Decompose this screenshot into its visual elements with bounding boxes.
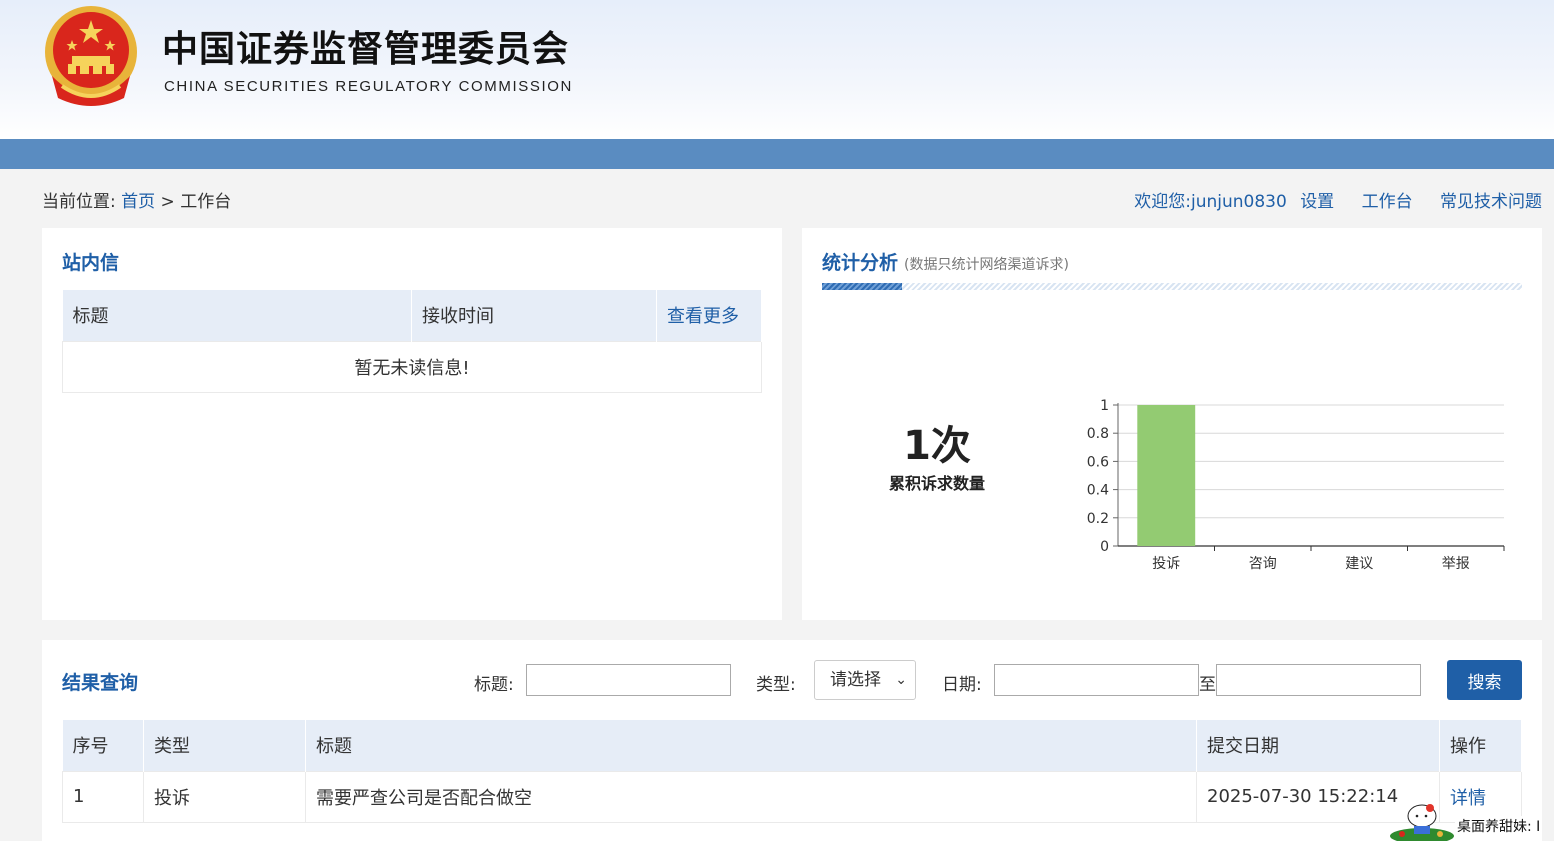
- col-actions: 操作: [1439, 720, 1522, 771]
- query-panel: 结果查询 标题: 类型: 请选择 ⌄ 日期: 至 搜索 序号 类型 标题 提交日…: [42, 640, 1542, 841]
- breadcrumb-current: 工作台: [180, 192, 232, 212]
- stats-title-text: 统计分析: [822, 252, 899, 274]
- stats-subtitle: (数据只统计网络渠道诉求): [904, 257, 1069, 273]
- row-type: 投诉: [143, 770, 306, 823]
- chart-y-tick-label: 0: [1100, 539, 1109, 555]
- faq-link[interactable]: 常见技术问题: [1440, 192, 1542, 212]
- date-filter-label: 日期:: [942, 675, 982, 695]
- col-type: 类型: [143, 720, 306, 771]
- stats-divider-accent: [822, 283, 902, 290]
- col-submit-date: 提交日期: [1196, 720, 1440, 771]
- title-filter-label: 标题:: [474, 675, 514, 695]
- site-title-en: CHINA SECURITIES REGULATORY COMMISSION: [164, 78, 573, 95]
- settings-link[interactable]: 设置: [1300, 192, 1334, 212]
- type-filter-select[interactable]: 请选择 ⌄: [814, 660, 916, 700]
- site-title-cn: 中国证券监督管理委员会: [162, 29, 570, 70]
- chart-y-tick-label: 0.6: [1087, 454, 1109, 470]
- nav-bar: [0, 139, 1554, 169]
- chart-y-tick-label: 0.2: [1087, 511, 1109, 527]
- row-index: 1: [62, 770, 144, 823]
- messages-panel: 站内信 标题 接收时间 查看更多 暂无未读信息!: [42, 228, 782, 620]
- chart-x-tick-label: 投诉: [1152, 556, 1180, 572]
- desktop-pet-label: 桌面养甜妹: I: [1455, 816, 1543, 836]
- messages-table: 标题 接收时间 查看更多 暂无未读信息!: [62, 290, 762, 393]
- search-button[interactable]: 搜索: [1447, 660, 1522, 700]
- empty-message: 暂无未读信息!: [62, 340, 762, 393]
- date-to-label: 至: [1199, 675, 1216, 695]
- appeal-bar-chart: 0 0.2 0.4 0.6 0.8 1 投诉 咨询 建议 举报: [1087, 398, 1505, 572]
- col-index: 序号: [62, 720, 144, 771]
- chart-y-tick-label: 0.8: [1087, 426, 1109, 442]
- date-from-input[interactable]: [994, 664, 1199, 696]
- stats-title: 统计分析 (数据只统计网络渠道诉求): [822, 248, 1069, 275]
- messages-title: 站内信: [62, 252, 120, 274]
- username-link[interactable]: junjun0830: [1191, 192, 1287, 212]
- breadcrumb: 当前位置: 首页 > 工作台: [42, 187, 231, 212]
- chart-y-tick-label: 1: [1100, 398, 1109, 414]
- chart-x-tick-label: 建议: [1345, 556, 1373, 572]
- chart-x-tick-label: 举报: [1442, 556, 1470, 572]
- site-header: 中国证券监督管理委员会 CHINA SECURITIES REGULATORY …: [0, 0, 1554, 139]
- col-receive-time: 接收时间: [411, 290, 657, 341]
- chart-x-tick-label: 咨询: [1249, 556, 1277, 572]
- view-more-link[interactable]: 查看更多: [656, 290, 762, 341]
- stats-divider: [822, 283, 1522, 290]
- chart-bar: [1137, 405, 1196, 546]
- chart-y-tick-label: 0.4: [1087, 483, 1109, 499]
- national-emblem-icon: [45, 6, 137, 106]
- breadcrumb-separator: >: [160, 192, 175, 212]
- type-filter-value: 请选择: [830, 670, 881, 690]
- chevron-down-icon: ⌄: [895, 672, 907, 688]
- total-count-label: 累积诉求数量: [888, 474, 985, 493]
- type-filter-label: 类型:: [756, 675, 796, 695]
- stats-panel: 统计分析 (数据只统计网络渠道诉求) 1次 累积诉求数量 0 0.2 0.4 0.6 0.…: [802, 228, 1542, 620]
- row-subject: 需要严查公司是否配合做空: [305, 770, 1197, 823]
- col-subject: 标题: [305, 720, 1197, 771]
- table-row: 1 投诉 需要严查公司是否配合做空 2025-07-30 15:22:14 详情: [62, 770, 1522, 823]
- total-count: 1次: [903, 423, 971, 469]
- welcome-label: 欢迎您:: [1134, 192, 1191, 212]
- breadcrumb-home-link[interactable]: 首页: [121, 192, 155, 212]
- col-title: 标题: [62, 290, 412, 341]
- title-filter-input[interactable]: [526, 664, 731, 696]
- user-nav: 欢迎您:junjun0830 设置 工作台 常见技术问题: [1134, 187, 1542, 212]
- workbench-link[interactable]: 工作台: [1362, 192, 1413, 212]
- breadcrumb-prefix: 当前位置:: [42, 192, 116, 212]
- results-table: 序号 类型 标题 提交日期 操作 1 投诉 需要严查公司是否配合做空 2025-…: [62, 720, 1522, 823]
- query-title: 结果查询: [62, 672, 139, 694]
- date-to-input[interactable]: [1216, 664, 1421, 696]
